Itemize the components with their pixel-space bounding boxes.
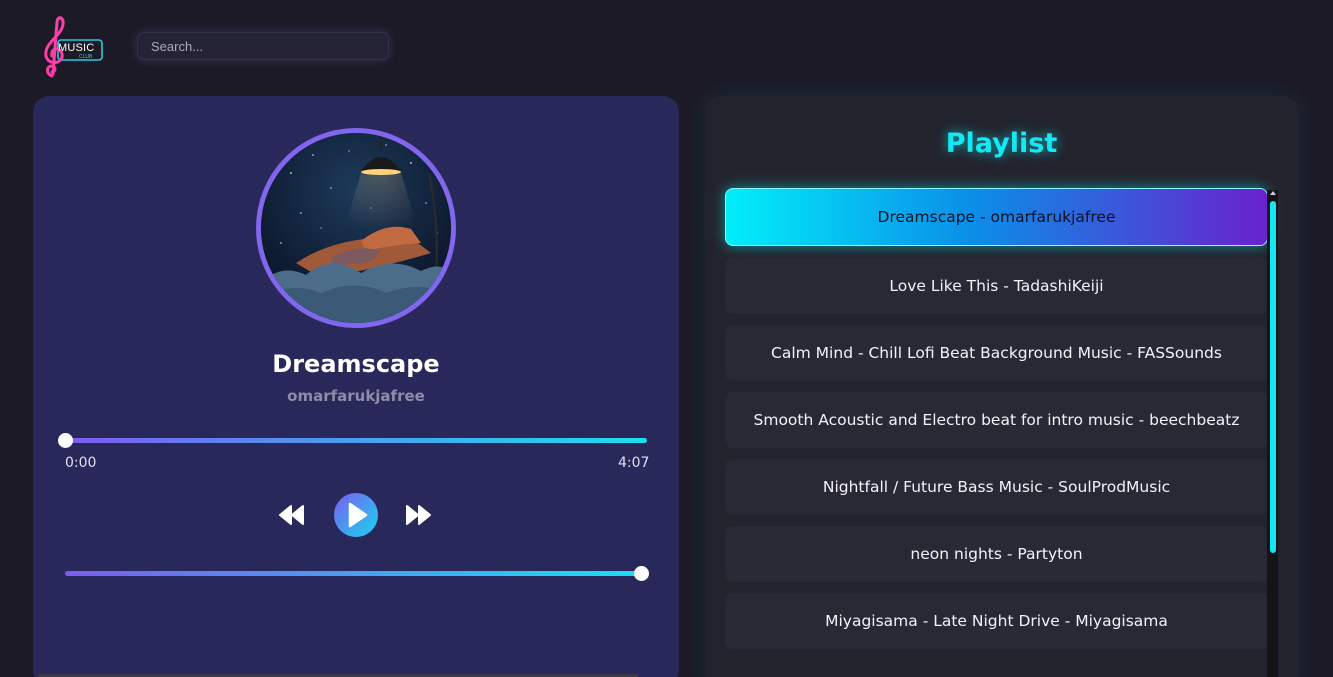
play-button[interactable] — [334, 493, 378, 537]
rewind-icon — [279, 505, 304, 525]
playlist-item[interactable]: neon nights - Partyton — [725, 526, 1268, 582]
playlist-item[interactable]: Calm Mind - Chill Lofi Beat Background M… — [725, 325, 1268, 381]
duration: 4:07 — [618, 455, 650, 471]
previous-button[interactable] — [278, 504, 306, 531]
logo-subtext: CLUB — [79, 54, 93, 60]
next-button[interactable] — [404, 504, 432, 531]
volume-slider[interactable] — [65, 571, 641, 576]
scroll-up-icon[interactable] — [1270, 191, 1276, 195]
song-artist: omarfarukjafree — [287, 387, 425, 405]
current-time: 0:00 — [65, 455, 97, 471]
song-title: Dreamscape — [272, 350, 440, 378]
logo-text: MUSIC — [58, 42, 95, 54]
progress-thumb[interactable] — [58, 433, 73, 448]
play-icon — [348, 502, 368, 528]
album-cover — [256, 128, 456, 328]
playlist-title: Playlist — [945, 128, 1058, 159]
playlist-item-active[interactable]: Dreamscape - omarfarukjafree — [725, 188, 1268, 246]
playlist-item[interactable]: Smooth Acoustic and Electro beat for int… — [725, 392, 1268, 448]
player-card: Dreamscape omarfarukjafree 0:00 4:07 — [33, 96, 679, 677]
playlist-item[interactable]: Nightfall / Future Bass Music - SoulProd… — [725, 459, 1268, 515]
playlist-panel: Playlist Dreamscape - omarfarukjafree Lov… — [705, 96, 1298, 677]
progress-bar[interactable] — [65, 438, 647, 443]
search-input[interactable] — [137, 32, 389, 60]
scrollbar-thumb[interactable] — [1270, 201, 1276, 553]
fast-forward-icon — [406, 505, 431, 525]
cover-artwork — [261, 133, 451, 323]
playlist-item[interactable]: Love Like This - TadashiKeiji — [725, 258, 1268, 314]
volume-thumb[interactable] — [634, 566, 649, 581]
playlist-item[interactable]: Miyagisama - Late Night Drive - Miyagisa… — [725, 593, 1268, 649]
